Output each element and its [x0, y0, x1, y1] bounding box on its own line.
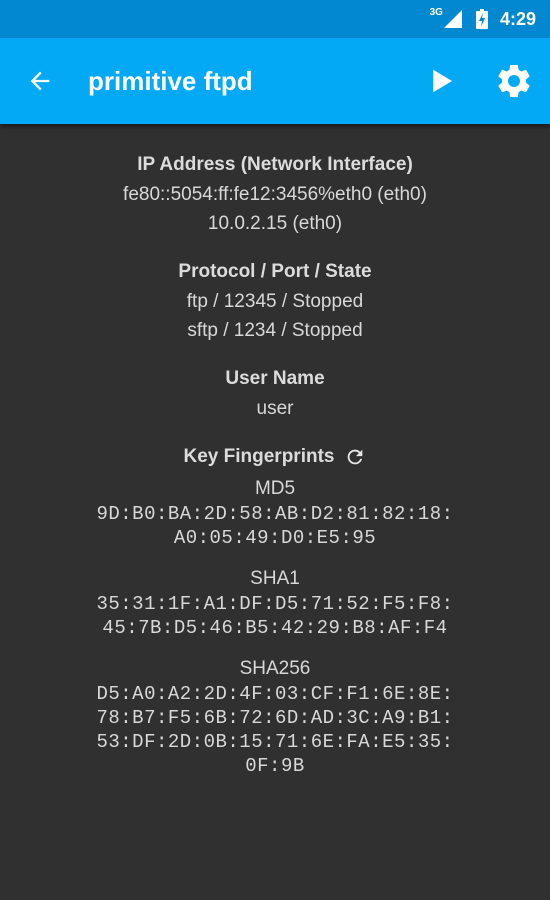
fingerprints-section: Key Fingerprints MD5 9D:B0:BA:2D:58:AB:D…: [0, 442, 550, 778]
protocol-label: Protocol / Port / State: [178, 261, 372, 282]
network-type-label: 3G: [429, 6, 443, 18]
user-value: user: [256, 398, 294, 419]
sha1-block: SHA1 35:31:1F:A1:DF:D5:71:52:F5:F8: 45:7…: [0, 566, 550, 640]
play-icon: [433, 69, 452, 93]
gear-icon: [498, 65, 530, 97]
sha256-block: SHA256 D5:A0:A2:2D:4F:03:CF:F1:6E:8E: 78…: [0, 656, 550, 778]
sha256-line-4: 0F:9B: [245, 755, 305, 777]
ip-value-ipv4: 10.0.2.15 (eth0): [207, 213, 343, 234]
main-content: IP Address (Network Interface) fe80::505…: [0, 124, 550, 778]
user-section: User Name user: [0, 364, 550, 423]
sha256-line-3: 53:DF:2D:0B:15:71:6E:FA:E5:35:: [96, 731, 454, 753]
protocol-ftp: ftp / 12345 / Stopped: [186, 291, 364, 312]
fingerprints-label: Key Fingerprints: [183, 446, 335, 467]
network-indicator: 3G: [429, 6, 462, 28]
md5-line-2: A0:05:49:D0:E5:95: [173, 527, 377, 549]
md5-line-1: 9D:B0:BA:2D:58:AB:D2:81:82:18:: [96, 503, 454, 525]
refresh-fingerprints-button[interactable]: [344, 446, 366, 468]
ip-section: IP Address (Network Interface) fe80::505…: [0, 150, 550, 238]
user-label: User Name: [225, 368, 325, 389]
arrow-back-icon: [30, 71, 50, 91]
sha256-line-2: 78:B7:F5:6B:72:6D:AD:3C:A9:B1:: [96, 707, 454, 729]
start-server-button[interactable]: [420, 59, 464, 103]
cell-signal-icon: [443, 10, 462, 28]
sha1-label: SHA1: [250, 568, 300, 589]
md5-block: MD5 9D:B0:BA:2D:58:AB:D2:81:82:18: A0:05…: [0, 476, 550, 550]
settings-button[interactable]: [492, 59, 536, 103]
md5-label: MD5: [254, 478, 296, 499]
status-time: 4:29: [499, 8, 536, 29]
app-bar: primitive ftpd: [0, 38, 550, 124]
protocol-section: Protocol / Port / State ftp / 12345 / St…: [0, 257, 550, 345]
fingerprints-header: Key Fingerprints: [184, 442, 367, 472]
sha1-line-2: 45:7B:D5:46:B5:42:29:B8:AF:F4: [102, 617, 448, 639]
battery-charging-icon: [475, 9, 488, 29]
protocol-sftp: sftp / 1234 / Stopped: [187, 320, 363, 341]
ip-value-ipv6: fe80::5054:ff:fe12:3456%eth0 (eth0): [123, 184, 427, 205]
app-title: primitive ftpd: [88, 65, 253, 96]
back-button[interactable]: [22, 63, 58, 99]
status-bar: 3G 4:29: [0, 0, 550, 38]
sha1-line-1: 35:31:1F:A1:DF:D5:71:52:F5:F8:: [96, 593, 454, 615]
sha256-label: SHA256: [239, 658, 311, 679]
ip-label: IP Address (Network Interface): [137, 154, 413, 175]
refresh-icon: [348, 449, 363, 465]
sha256-line-1: D5:A0:A2:2D:4F:03:CF:F1:6E:8E:: [96, 683, 454, 705]
